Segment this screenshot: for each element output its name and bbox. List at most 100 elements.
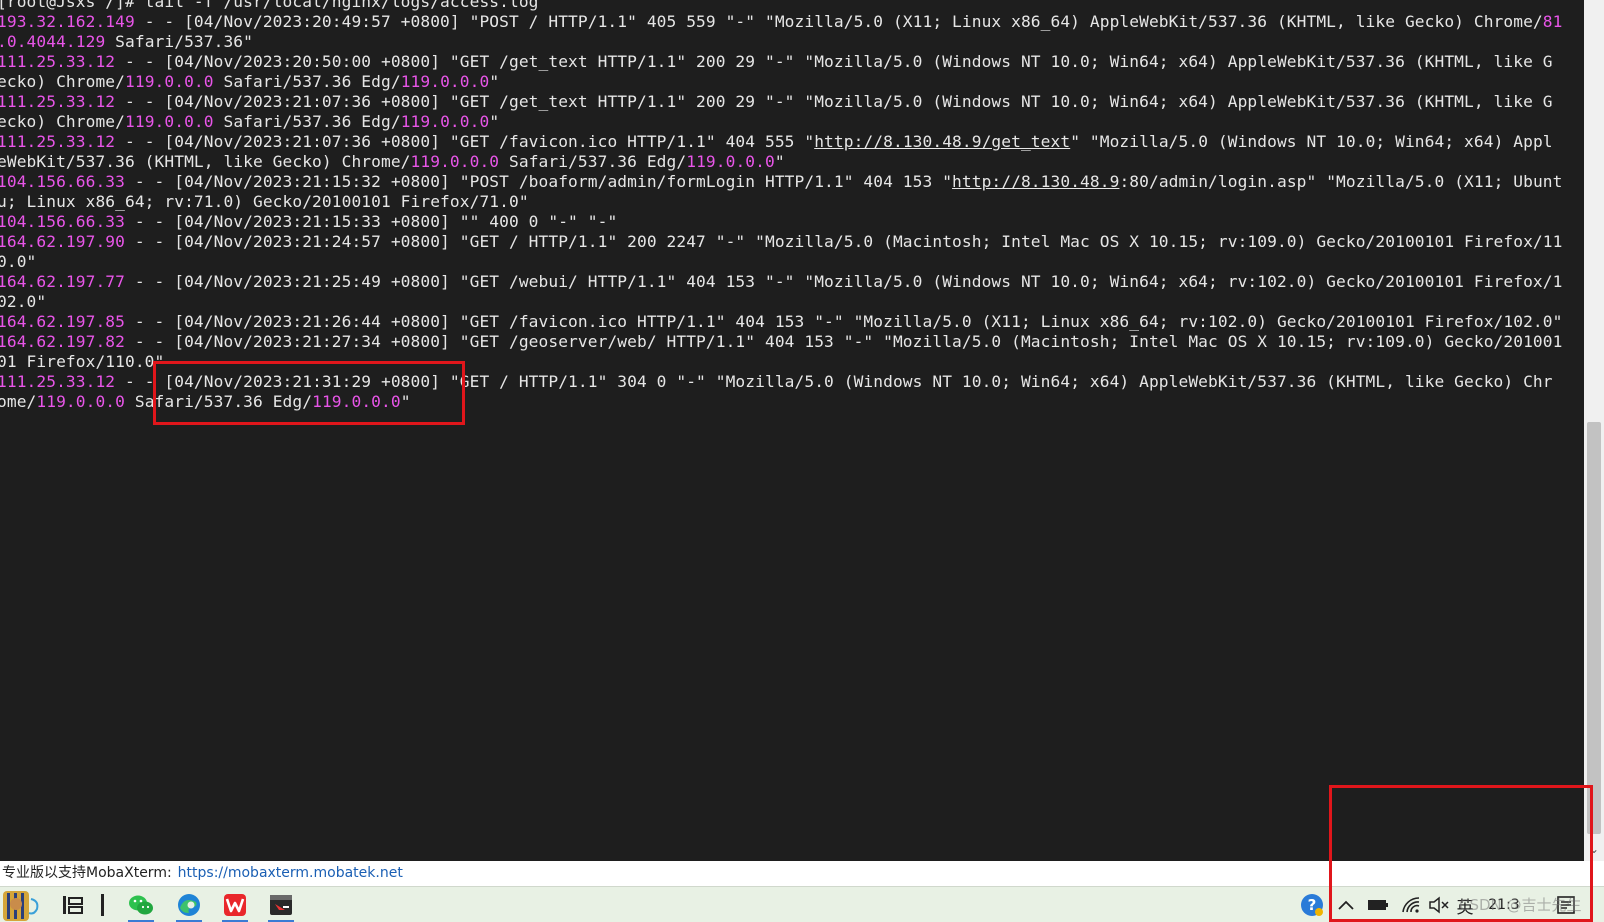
ime-language-indicator[interactable]: 英: [1454, 890, 1476, 920]
terminal-text: 119.0.0.0: [312, 392, 401, 411]
client-ip: 111.25.33.12: [0, 52, 116, 71]
terminal-text: Safari/537.36 Edg/: [213, 112, 401, 131]
terminal-text: Safari/537.36 Edg/: [499, 152, 687, 171]
status-bar-text: 专业版以支持MobaXterm:: [2, 865, 172, 881]
terminal-line: ecko) Chrome/119.0.0.0 Safari/537.36 Edg…: [0, 112, 1581, 132]
terminal-text: - - [04/Nov/2023:21:24:57 +0800] "GET / …: [125, 232, 1563, 251]
terminal-line: [root@Jsxs /]# tail -f /usr/local/nginx/…: [0, 0, 1581, 12]
terminal-line: 02.0": [0, 292, 1581, 312]
terminal-line: 111.25.33.12 - - [04/Nov/2023:20:50:00 +…: [0, 52, 1581, 72]
terminal-text: eWebKit/537.36 (KHTML, like Gecko) Chrom…: [0, 152, 411, 171]
terminal-text: :80/admin/login.asp" "Mozilla/5.0 (X11; …: [1119, 172, 1563, 191]
terminal-line: .0.4044.129 Safari/537.36": [0, 32, 1581, 52]
terminal-text: 02.0": [0, 292, 47, 311]
terminal-text: 119.0.0.0: [125, 72, 214, 91]
terminal-text: 119.0.0.0: [686, 152, 775, 171]
terminal-line: u; Linux x86_64; rv:71.0) Gecko/20100101…: [0, 192, 1581, 212]
terminal-text: ": [774, 152, 785, 171]
wechat-icon[interactable]: [124, 890, 158, 922]
terminal-window[interactable]: [root@Jsxs /]# tail -f /usr/local/nginx/…: [0, 0, 1584, 861]
terminal-text: .0.4044.129: [0, 32, 106, 51]
terminal-line: 0.0": [0, 252, 1581, 272]
terminal-text: u; Linux x86_64; rv:71.0) Gecko/20100101…: [0, 192, 529, 211]
terminal-line: 164.62.197.90 - - [04/Nov/2023:21:24:57 …: [0, 232, 1581, 252]
terminal-text: [root@Jsxs /]# tail -f /usr/local/nginx/…: [0, 0, 539, 11]
terminal-text: 119.0.0.0: [125, 112, 214, 131]
client-ip: 164.62.197.85: [0, 312, 125, 331]
terminal-text: 119.0.0.0: [400, 72, 490, 91]
pharaoh-avatar-icon[interactable]: [0, 890, 46, 921]
terminal-text: 0.0": [0, 252, 37, 271]
terminal-text: - - [04/Nov/2023:21:25:49 +0800] "GET /w…: [125, 272, 1563, 291]
client-ip: 104.156.66.33: [0, 172, 125, 191]
terminal-line: ecko) Chrome/119.0.0.0 Safari/537.36 Edg…: [0, 72, 1581, 92]
edge-icon[interactable]: [172, 890, 206, 922]
terminal-line: 164.62.197.85 - - [04/Nov/2023:21:26:44 …: [0, 312, 1581, 332]
chevron-up-icon[interactable]: [1334, 890, 1358, 920]
help-icon[interactable]: ?: [1298, 890, 1326, 920]
terminal-line: 164.62.197.77 - - [04/Nov/2023:21:25:49 …: [0, 272, 1581, 292]
terminal-text: ecko) Chrome/: [0, 112, 125, 131]
status-bar: 专业版以支持MobaXterm: https://mobaxterm.mobate…: [0, 861, 1604, 886]
terminal-text: ": [400, 392, 411, 411]
terminal-prompt-line: [0, 412, 1581, 432]
client-ip: 164.62.197.77: [0, 272, 125, 291]
taskbar: ? 英 21:3: [0, 886, 1604, 922]
task-view-icon[interactable]: [58, 890, 88, 920]
volume-muted-icon[interactable]: [1426, 890, 1452, 920]
terminal-text: Safari/537.36 Edg/: [213, 72, 401, 91]
terminal-text: 81: [1542, 12, 1563, 31]
notification-icon[interactable]: [1552, 890, 1580, 920]
clock[interactable]: 21:3: [1484, 890, 1524, 920]
terminal-text: ": [489, 112, 500, 131]
terminal-line: 104.156.66.33 - - [04/Nov/2023:21:15:32 …: [0, 172, 1581, 192]
terminal-text: ecko) Chrome/: [0, 72, 125, 91]
terminal-text: - - [04/Nov/2023:21:07:36 +0800] "GET /f…: [115, 132, 815, 151]
terminal-line: 111.25.33.12 - - [04/Nov/2023:21:07:36 +…: [0, 132, 1581, 152]
client-ip: 104.156.66.33: [0, 212, 125, 231]
svg-text:?: ?: [1308, 896, 1317, 914]
terminal-line: eWebKit/537.36 (KHTML, like Gecko) Chrom…: [0, 152, 1581, 172]
wifi-icon[interactable]: [1398, 890, 1424, 920]
terminal-text: - - [04/Nov/2023:21:31:29 +0800] "GET / …: [115, 372, 1553, 391]
divider-icon: [96, 890, 110, 920]
wps-icon[interactable]: [218, 890, 252, 922]
battery-icon[interactable]: [1364, 890, 1392, 920]
mobaxterm-icon[interactable]: [264, 890, 298, 922]
terminal-text: ome/: [0, 392, 37, 411]
terminal-line: 111.25.33.12 - - [04/Nov/2023:21:07:36 +…: [0, 92, 1581, 112]
client-ip: 111.25.33.12: [0, 92, 116, 111]
terminal-text: - - [04/Nov/2023:21:26:44 +0800] "GET /f…: [125, 312, 1563, 331]
terminal-url[interactable]: http://8.130.48.9: [952, 172, 1119, 191]
terminal-line: 01 Firefox/110.0": [0, 352, 1581, 372]
scrollbar-thumb[interactable]: [1587, 422, 1601, 834]
terminal-text: - - [04/Nov/2023:21:15:33 +0800] "" 400 …: [125, 212, 618, 231]
terminal-line: ome/119.0.0.0 Safari/537.36 Edg/119.0.0.…: [0, 392, 1581, 412]
terminal-text: ": [489, 72, 500, 91]
client-ip: 111.25.33.12: [0, 372, 116, 391]
terminal-output: [root@Jsxs /]# tail -f /usr/local/nginx/…: [0, 0, 1581, 432]
terminal-text: - - [04/Nov/2023:20:50:00 +0800] "GET /g…: [115, 52, 1553, 71]
terminal-text: 119.0.0.0: [410, 152, 500, 171]
terminal-text: - - [04/Nov/2023:21:27:34 +0800] "GET /g…: [125, 332, 1563, 351]
terminal-text: 119.0.0.0: [36, 392, 126, 411]
terminal-text: Safari/537.36 Edg/: [125, 392, 313, 411]
terminal-text: 119.0.0.0: [400, 112, 490, 131]
client-ip: 164.62.197.90: [0, 232, 125, 251]
scroll-down-arrow-icon[interactable]: ⌄: [1584, 838, 1604, 860]
terminal-line: 104.156.66.33 - - [04/Nov/2023:21:15:33 …: [0, 212, 1581, 232]
terminal-text: " "Mozilla/5.0 (Windows NT 10.0; Win64; …: [1070, 132, 1553, 151]
terminal-line: 111.25.33.12 - - [04/Nov/2023:21:31:29 +…: [0, 372, 1581, 392]
terminal-text: Safari/537.36": [105, 32, 253, 51]
terminal-text: - - [04/Nov/2023:20:49:57 +0800] "POST /…: [134, 12, 1543, 31]
terminal-text: - - [04/Nov/2023:21:07:36 +0800] "GET /g…: [115, 92, 1553, 111]
terminal-text: 01 Firefox/110.0": [0, 352, 165, 371]
mobaxterm-website-link[interactable]: https://mobaxterm.mobatek.net: [178, 865, 403, 881]
client-ip: 111.25.33.12: [0, 132, 116, 151]
client-ip: 193.32.162.149: [0, 12, 135, 31]
terminal-scrollbar[interactable]: ⌄: [1584, 0, 1604, 861]
terminal-text: - - [04/Nov/2023:21:15:32 +0800] "POST /…: [125, 172, 953, 191]
terminal-line: 164.62.197.82 - - [04/Nov/2023:21:27:34 …: [0, 332, 1581, 352]
terminal-url[interactable]: http://8.130.48.9/get_text: [814, 132, 1070, 151]
client-ip: 164.62.197.82: [0, 332, 125, 351]
